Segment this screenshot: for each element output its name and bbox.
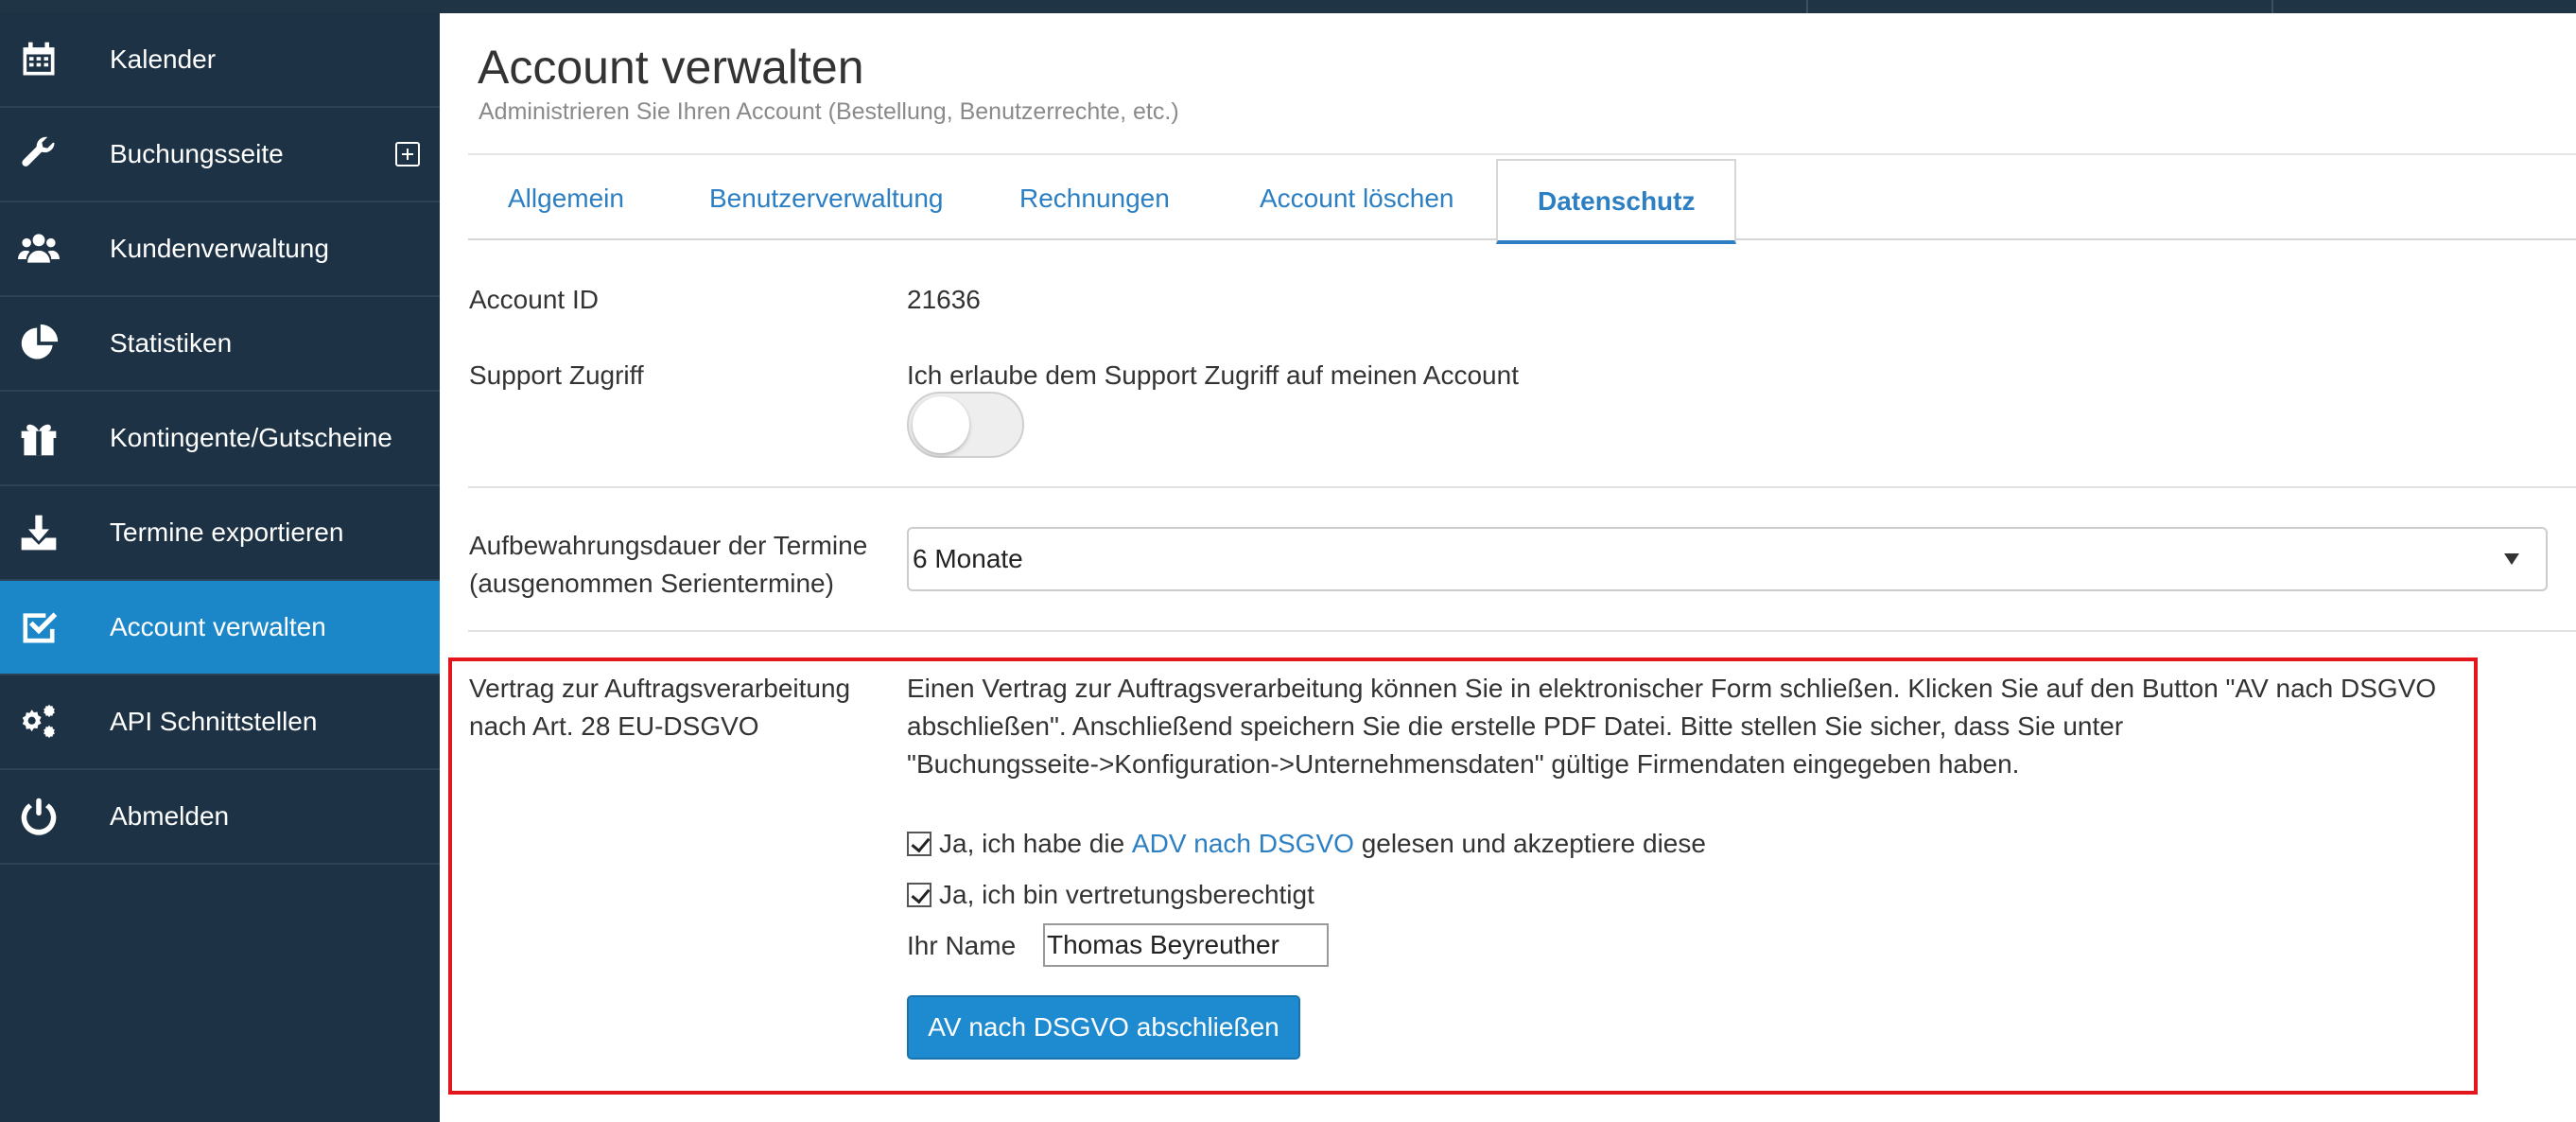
tab-allgemein[interactable]: Allgemein: [468, 155, 664, 242]
sidebar-item-label: Kontingente/Gutscheine: [110, 423, 392, 452]
gift-icon: [17, 416, 61, 460]
adv-accept-row: Ja, ich habe die ADV nach DSGVO gelesen …: [907, 825, 1706, 863]
sidebar-item-label: Termine exportieren: [110, 517, 344, 547]
plus-square-icon[interactable]: [395, 142, 420, 167]
account-id-value: 21636: [907, 285, 981, 314]
check-square-icon: [17, 605, 61, 649]
top-bar: [0, 0, 2576, 13]
name-input[interactable]: [1043, 923, 1329, 967]
top-bar-separator: [1806, 0, 1808, 13]
tab-account-loeschen[interactable]: Account löschen: [1220, 155, 1493, 242]
sidebar-item-label: Kundenverwaltung: [110, 234, 329, 263]
sidebar-item-label: Account verwalten: [110, 612, 326, 641]
download-icon: [17, 511, 61, 554]
account-id-label: Account ID: [469, 285, 599, 314]
sidebar-item-statistiken[interactable]: Statistiken: [0, 297, 440, 392]
divider: [468, 486, 2576, 488]
sidebar-item-label: Buchungsseite: [110, 139, 284, 168]
av-description-line1: Einen Vertrag zur Auftragsverarbeitung k…: [907, 674, 2437, 703]
toggle-knob: [913, 396, 969, 453]
sidebar-item-label: Abmelden: [110, 801, 230, 831]
adv-accept-suffix: gelesen und akzeptiere diese: [1361, 829, 1706, 858]
sidebar-item-api-schnittstellen[interactable]: API Schnittstellen: [0, 675, 440, 770]
av-submit-button[interactable]: AV nach DSGVO abschließen: [907, 995, 1300, 1060]
representation-label: Ja, ich bin vertretungsberechtigt: [939, 880, 1314, 909]
support-access-text: Ich erlaube dem Support Zugriff auf mein…: [907, 360, 1519, 390]
divider: [468, 630, 2576, 632]
sidebar: Kalender Buchungsseite Kundenverwaltung …: [0, 13, 440, 1122]
representation-checkbox[interactable]: [907, 883, 931, 907]
sidebar-item-abmelden[interactable]: Abmelden: [0, 770, 440, 865]
page-title: Account verwalten: [478, 41, 864, 94]
av-description-line3: "Buchungsseite->Konfiguration->Unternehm…: [907, 749, 2020, 779]
sidebar-item-kundenverwaltung[interactable]: Kundenverwaltung: [0, 202, 440, 297]
retention-label: Aufbewahrungsdauer der Termine (ausgenom…: [469, 527, 867, 603]
name-label: Ihr Name: [907, 931, 1017, 960]
calendar-icon: [17, 38, 61, 81]
sidebar-item-label: Statistiken: [110, 328, 233, 358]
tab-datenschutz[interactable]: Datenschutz: [1496, 159, 1737, 244]
top-bar-separator: [2271, 0, 2273, 13]
sidebar-item-account-verwalten[interactable]: Account verwalten: [0, 581, 440, 675]
support-access-label: Support Zugriff: [469, 360, 644, 390]
av-label-line1: Vertrag zur Auftragsverarbeitung: [469, 674, 851, 703]
pie-chart-icon: [17, 322, 61, 365]
av-description: Einen Vertrag zur Auftragsverarbeitung k…: [907, 670, 2496, 783]
page-subtitle: Administrieren Sie Ihren Account (Bestel…: [479, 98, 1179, 125]
gears-icon: [17, 700, 61, 744]
wrench-icon: [17, 132, 61, 176]
retention-label-line2: (ausgenommen Serientermine): [469, 569, 834, 598]
sidebar-item-buchungsseite[interactable]: Buchungsseite: [0, 108, 440, 202]
users-icon: [17, 227, 61, 271]
sidebar-item-label: Kalender: [110, 44, 217, 74]
av-label-line2: nach Art. 28 EU-DSGVO: [469, 711, 759, 741]
main-content: Account verwalten Administrieren Sie Ihr…: [440, 13, 2576, 1122]
av-label: Vertrag zur Auftragsverarbeitung nach Ar…: [469, 670, 850, 745]
tab-rechnungen[interactable]: Rechnungen: [980, 155, 1210, 242]
adv-accept-checkbox[interactable]: [907, 832, 931, 856]
power-icon: [17, 795, 61, 838]
sidebar-item-kalender[interactable]: Kalender: [0, 13, 440, 108]
av-description-line2: abschließen". Anschließend speichern Sie…: [907, 711, 2124, 741]
tab-bar: Allgemein Benutzerverwaltung Rechnungen …: [468, 153, 2576, 244]
sidebar-item-label: API Schnittstellen: [110, 707, 318, 736]
sidebar-item-kontingente[interactable]: Kontingente/Gutscheine: [0, 392, 440, 486]
adv-link[interactable]: ADV nach DSGVO: [1132, 825, 1354, 863]
representation-row: Ja, ich bin vertretungsberechtigt: [907, 876, 1314, 914]
retention-select[interactable]: 6 Monate: [907, 527, 2548, 591]
retention-select-value: 6 Monate: [913, 544, 1023, 573]
retention-label-line1: Aufbewahrungsdauer der Termine: [469, 531, 868, 560]
sidebar-item-termine-exportieren[interactable]: Termine exportieren: [0, 486, 440, 581]
adv-accept-prefix: Ja, ich habe die: [939, 829, 1125, 858]
chevron-down-icon: [2504, 553, 2519, 565]
support-access-toggle[interactable]: [907, 392, 1024, 458]
tab-benutzerverwaltung[interactable]: Benutzerverwaltung: [670, 155, 983, 242]
